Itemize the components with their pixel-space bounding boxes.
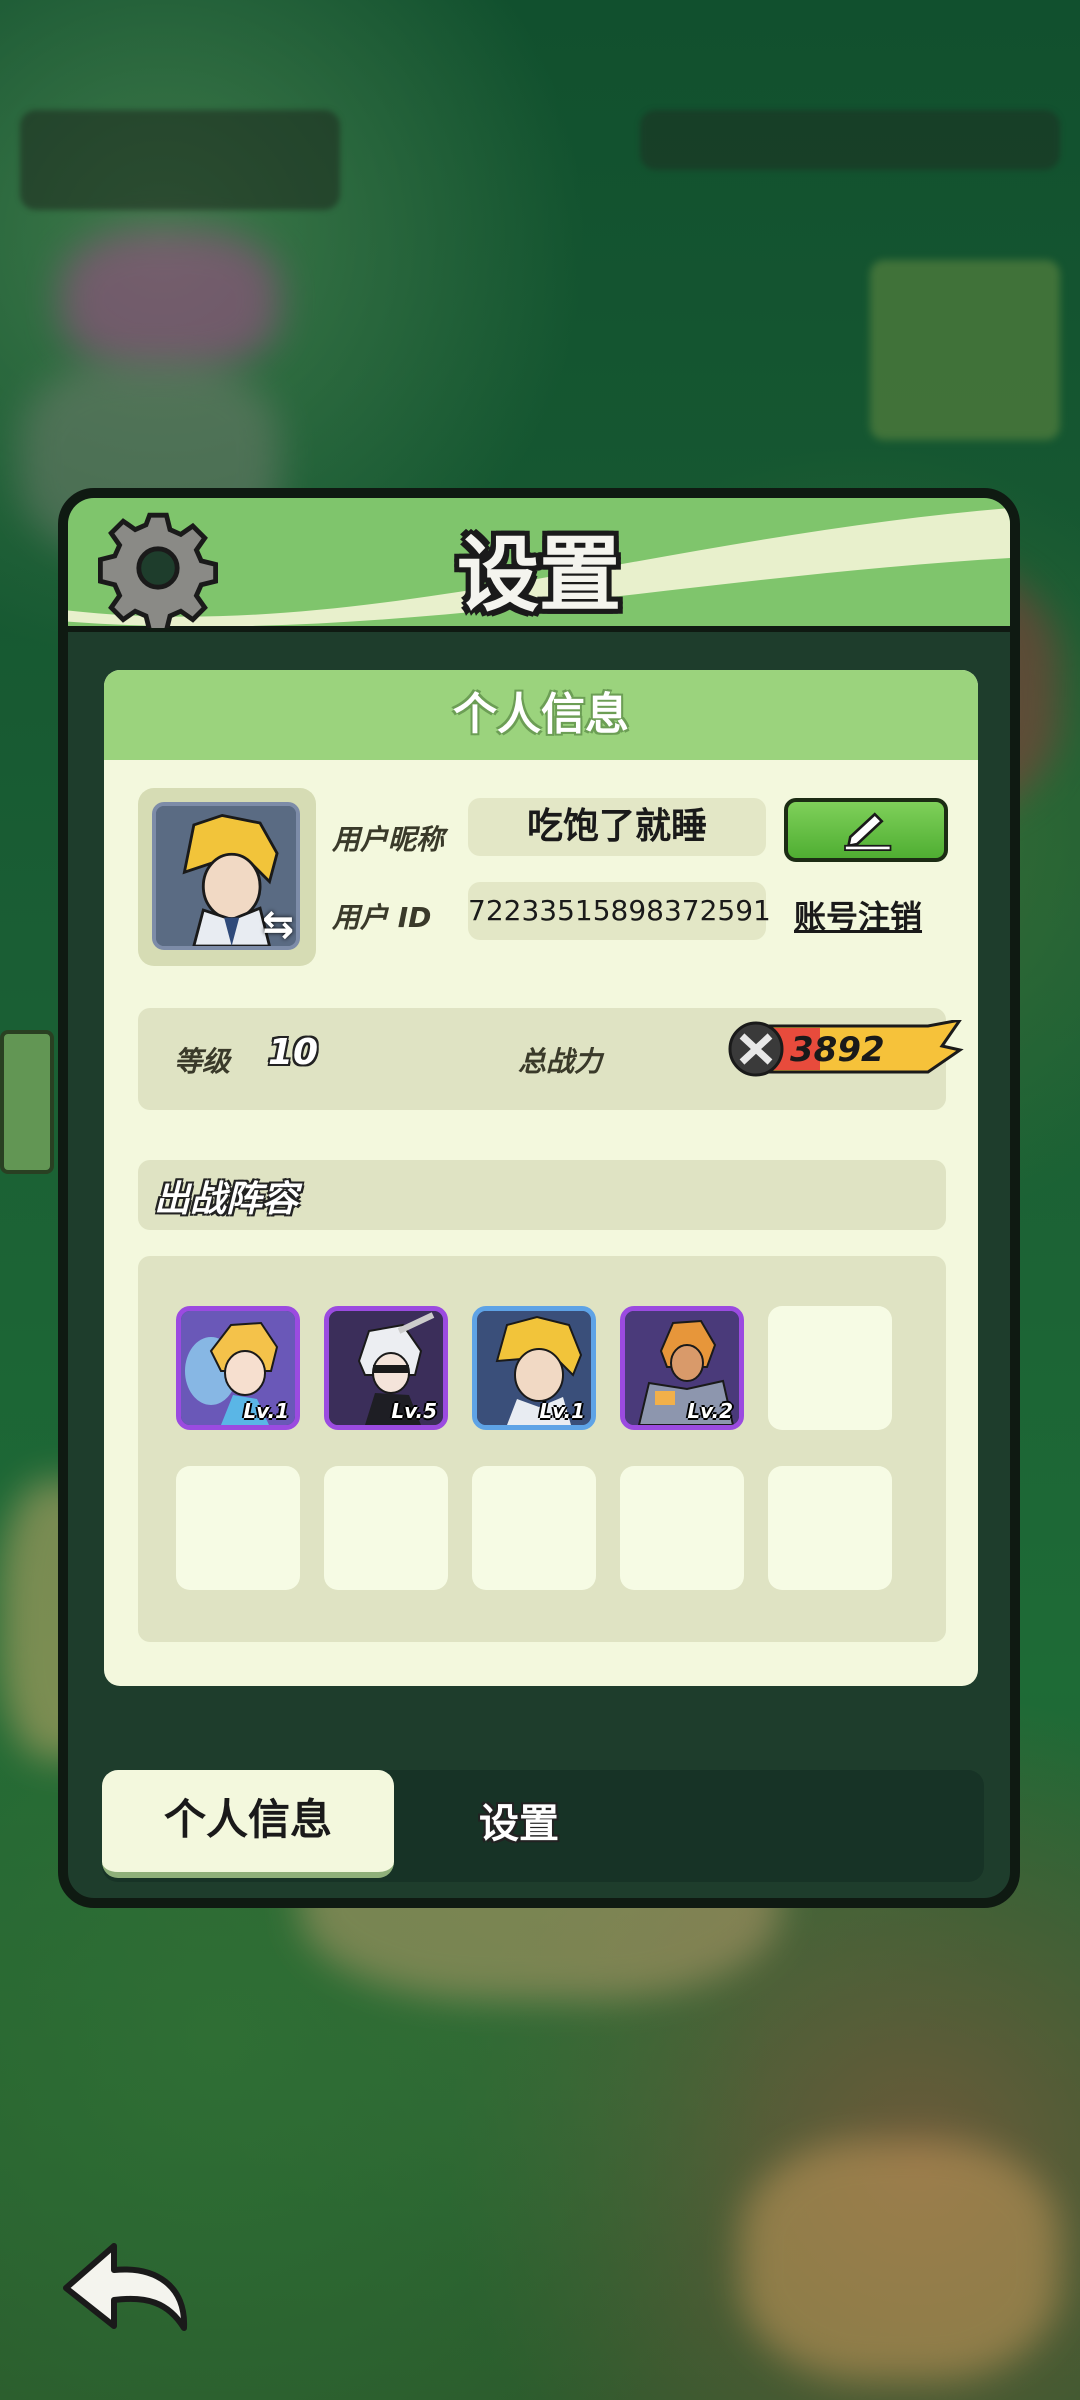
swap-avatar-icon: ⇆ <box>262 902 294 946</box>
power-badge: 3892 <box>728 1017 964 1078</box>
nickname-label: 用户昵称 <box>332 823 445 856</box>
hero-slot-fairy[interactable]: Lv.1 <box>176 1306 300 1430</box>
level-label: 等级 <box>174 1045 231 1078</box>
tab-profile[interactable]: 个人信息 <box>102 1770 394 1878</box>
pencil-icon <box>844 812 892 851</box>
user-id-field: 72233515898372591 <box>468 882 771 940</box>
lineup-title: 出战阵容 <box>154 1179 299 1220</box>
edit-nickname-button[interactable] <box>784 798 948 862</box>
tab-bar: 个人信息 设置 <box>102 1770 984 1882</box>
user-id-label: 用户 ID <box>332 901 432 934</box>
empty-slot[interactable] <box>472 1466 596 1590</box>
nickname-field: 吃饱了就睡 <box>468 798 766 856</box>
hero-slot-armored[interactable]: Lv.2 <box>620 1306 744 1430</box>
hero-level: Lv.1 <box>539 1399 585 1423</box>
cancel-account-link[interactable]: 账号注销 <box>794 892 922 938</box>
empty-slot[interactable] <box>768 1466 892 1590</box>
side-menu-icon <box>0 1030 54 1174</box>
dialog-header: 设置 <box>68 498 1010 632</box>
back-arrow-icon[interactable] <box>56 2236 196 2336</box>
hero-slot-blond[interactable]: Lv.1 <box>472 1306 596 1430</box>
lineup-header: 出战阵容 <box>138 1160 946 1230</box>
level-value: 10 <box>268 1032 319 1073</box>
avatar-button[interactable]: ⇆ <box>138 788 316 966</box>
hero-level: Lv.2 <box>687 1399 733 1423</box>
hero-level: Lv.1 <box>243 1399 289 1423</box>
hero-slot-masked[interactable]: Lv.5 <box>324 1306 448 1430</box>
lineup-grid: Lv.1 Lv.5 Lv.1 Lv.2 <box>138 1256 946 1642</box>
dialog-title: 设置 <box>456 528 621 623</box>
tab-settings[interactable]: 设置 <box>394 1770 644 1878</box>
profile-panel: 个人信息 ⇆ 用户昵称 吃饱了就睡 用户 ID 7223351589837259… <box>104 670 978 1686</box>
empty-slot[interactable] <box>324 1466 448 1590</box>
resource-bar <box>640 110 1060 170</box>
empty-slot[interactable] <box>176 1466 300 1590</box>
profile-header: 个人信息 <box>104 670 978 760</box>
hero-level: Lv.5 <box>391 1399 437 1423</box>
stats-bar: 等级 10 总战力 3892 <box>138 1008 964 1110</box>
settings-dialog: 设置 个人信息 ⇆ 用户昵称 吃饱了就睡 用户 ID 7223351589837… <box>58 488 1020 1908</box>
empty-slot[interactable] <box>620 1466 744 1590</box>
player-hud <box>20 110 340 210</box>
power-value: 3892 <box>790 1030 885 1070</box>
empty-slot[interactable] <box>768 1306 892 1430</box>
minimap <box>870 260 1060 440</box>
power-label: 总战力 <box>518 1045 603 1078</box>
avatar: ⇆ <box>152 802 300 950</box>
